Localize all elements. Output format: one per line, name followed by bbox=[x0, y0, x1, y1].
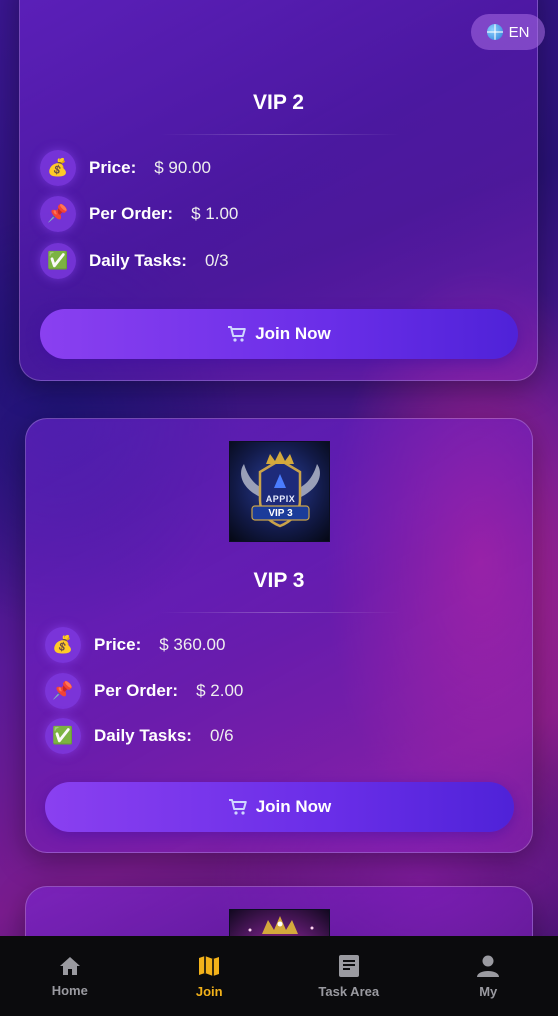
cart-icon bbox=[227, 325, 247, 343]
daily-tasks-label: Daily Tasks: bbox=[89, 251, 187, 270]
price-label: Price: bbox=[94, 635, 142, 654]
vip3-daily-tasks-row: ✅ Daily Tasks: 0/6 bbox=[45, 718, 234, 754]
check-mark-icon: ✅ bbox=[45, 718, 81, 754]
vip2-daily-tasks-row: ✅ Daily Tasks: 0/3 bbox=[40, 243, 229, 279]
vip3-price-row: 💰 Price: $ 360.00 bbox=[45, 627, 225, 663]
price-value: $ 90.00 bbox=[154, 158, 211, 177]
user-icon bbox=[476, 954, 500, 978]
map-icon bbox=[198, 954, 220, 978]
vip3-join-now-button[interactable]: Join Now bbox=[45, 782, 514, 832]
document-icon bbox=[338, 954, 360, 978]
vip2-per-order-row: 📌 Per Order: $ 1.00 bbox=[40, 196, 238, 232]
globe-icon bbox=[486, 24, 503, 40]
language-selector[interactable]: EN bbox=[471, 14, 545, 50]
bottom-navigation: Home Join Task Area My bbox=[0, 936, 558, 1016]
nav-item-task-area[interactable]: Task Area bbox=[279, 936, 419, 1016]
pushpin-icon: 📌 bbox=[40, 196, 76, 232]
money-bag-icon: 💰 bbox=[40, 150, 76, 186]
price-label: Price: bbox=[89, 158, 137, 177]
per-order-label: Per Order: bbox=[94, 681, 179, 700]
nav-label-my: My bbox=[479, 983, 498, 999]
daily-tasks-value: 0/3 bbox=[204, 251, 229, 270]
daily-tasks-label: Daily Tasks: bbox=[94, 726, 192, 745]
cart-icon bbox=[228, 798, 248, 816]
nav-item-my[interactable]: My bbox=[419, 936, 558, 1016]
home-icon bbox=[58, 955, 82, 977]
vip3-title: VIP 3 bbox=[253, 569, 305, 592]
vip3-per-order-row: 📌 Per Order: $ 2.00 bbox=[45, 673, 243, 709]
language-label: EN bbox=[508, 23, 530, 41]
nav-item-home[interactable]: Home bbox=[0, 936, 140, 1016]
nav-item-join[interactable]: Join bbox=[140, 936, 280, 1016]
badge-level-text: VIP 3 bbox=[268, 508, 293, 519]
badge-brand-text: APPIX bbox=[265, 494, 296, 504]
vip3-divider bbox=[160, 612, 400, 613]
join-now-label: Join Now bbox=[255, 797, 332, 816]
vip2-divider bbox=[160, 134, 400, 135]
vip3-card: APPIX VIP 3 VIP 3 💰 Price: $ 360.00 📌 Pe… bbox=[25, 418, 533, 853]
vip2-price-row: 💰 Price: $ 90.00 bbox=[40, 150, 211, 186]
pushpin-icon: 📌 bbox=[45, 673, 81, 709]
per-order-label: Per Order: bbox=[89, 204, 174, 223]
nav-label-join: Join bbox=[195, 983, 223, 999]
money-bag-icon: 💰 bbox=[45, 627, 81, 663]
nav-label-task-area: Task Area bbox=[318, 983, 380, 999]
daily-tasks-value: 0/6 bbox=[209, 726, 234, 745]
vip2-join-now-button[interactable]: Join Now bbox=[40, 309, 518, 359]
check-mark-icon: ✅ bbox=[40, 243, 76, 279]
join-now-label: Join Now bbox=[255, 324, 331, 343]
vip2-card: VIP 2 💰 Price: $ 90.00 📌 Per Order: $ 1.… bbox=[19, 0, 538, 381]
price-value: $ 360.00 bbox=[159, 635, 226, 654]
vip3-badge-image: APPIX VIP 3 bbox=[229, 441, 330, 542]
per-order-value: $ 1.00 bbox=[191, 204, 239, 223]
per-order-value: $ 2.00 bbox=[196, 681, 244, 700]
vip2-title: VIP 2 bbox=[253, 91, 304, 114]
nav-label-home: Home bbox=[51, 982, 88, 998]
